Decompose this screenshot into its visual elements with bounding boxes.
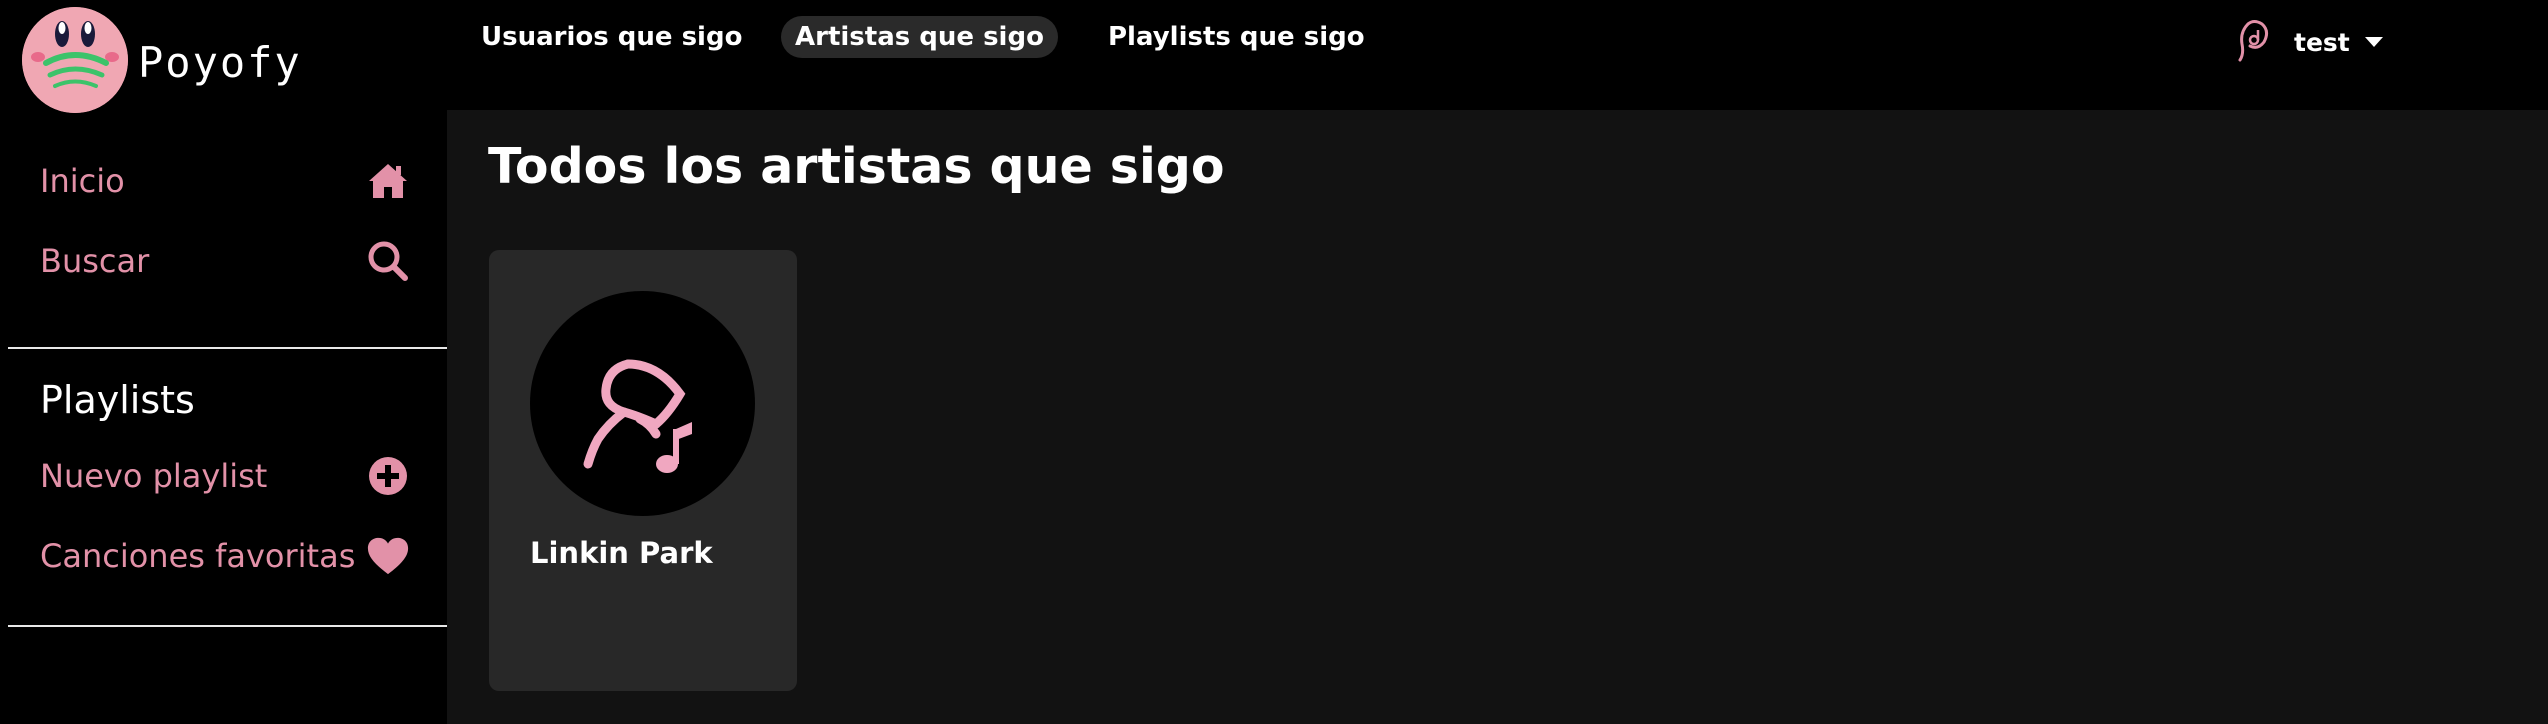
sidebar-item-label: Canciones favoritas — [40, 537, 356, 575]
page-title: Todos los artistas que sigo — [488, 138, 1225, 195]
tab-playlists-que-sigo[interactable]: Playlists que sigo — [1094, 16, 1379, 58]
chevron-down-icon — [2364, 36, 2384, 48]
top-navigation: Usuarios que sigo Artistas que sigo Play… — [447, 0, 2548, 110]
logo[interactable]: Poyofy — [22, 7, 302, 113]
sidebar-divider — [8, 347, 448, 349]
artist-name: Linkin Park — [530, 536, 713, 570]
sidebar-divider — [8, 625, 448, 627]
favorite-songs-button[interactable]: Canciones favoritas — [40, 531, 410, 581]
brand-name: Poyofy — [138, 37, 302, 87]
sidebar: Poyofy Inicio Buscar Playlists Nuevo pla… — [0, 0, 448, 724]
tab-artistas-que-sigo[interactable]: Artistas que sigo — [781, 16, 1058, 58]
user-name: test — [2294, 27, 2350, 57]
home-icon — [366, 159, 410, 203]
logo-icon — [22, 7, 128, 113]
tab-usuarios-que-sigo[interactable]: Usuarios que sigo — [467, 16, 756, 58]
user-music-icon — [2236, 18, 2272, 66]
artist-avatar — [530, 291, 755, 516]
plus-circle-icon — [366, 454, 410, 498]
new-playlist-button[interactable]: Nuevo playlist — [40, 451, 410, 501]
sidebar-item-label: Buscar — [40, 242, 150, 280]
heart-icon — [366, 534, 410, 578]
sidebar-item-buscar[interactable]: Buscar — [40, 236, 410, 286]
user-menu[interactable]: test — [2236, 18, 2384, 66]
main-content: Todos los artistas que sigo Linkin Park — [447, 110, 2548, 724]
search-icon — [366, 239, 410, 283]
playlists-section-title: Playlists — [40, 378, 195, 422]
sidebar-item-inicio[interactable]: Inicio — [40, 156, 410, 206]
sidebar-item-label: Nuevo playlist — [40, 457, 268, 495]
artist-card[interactable]: Linkin Park — [489, 250, 797, 691]
artist-music-icon — [583, 359, 692, 473]
sidebar-item-label: Inicio — [40, 162, 125, 200]
